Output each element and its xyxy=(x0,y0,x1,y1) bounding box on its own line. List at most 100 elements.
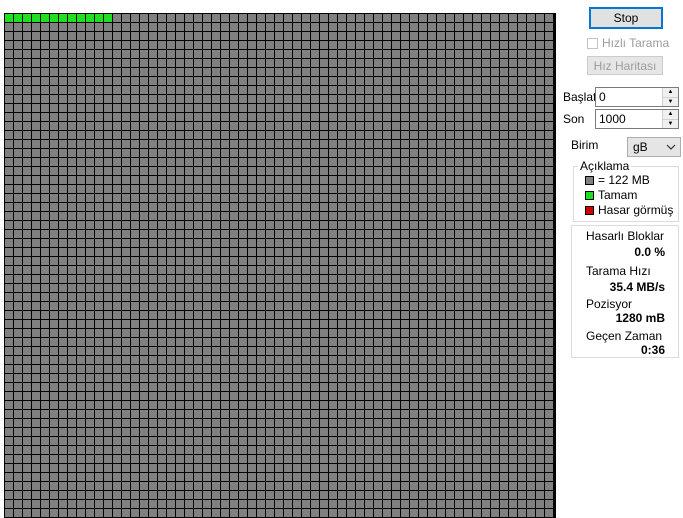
block-cell xyxy=(284,392,292,400)
block-cell xyxy=(122,275,130,283)
block-cell xyxy=(374,203,382,211)
block-cell xyxy=(158,311,166,319)
block-cell xyxy=(68,437,76,445)
block-cell xyxy=(131,419,139,427)
block-cell xyxy=(293,500,301,508)
unit-select[interactable]: gB xyxy=(627,137,681,157)
block-cell xyxy=(509,410,517,418)
block-cell xyxy=(185,212,193,220)
block-cell xyxy=(401,401,409,409)
block-cell xyxy=(455,482,463,490)
block-cell xyxy=(374,248,382,256)
block-cell xyxy=(500,257,508,265)
block-cell xyxy=(329,356,337,364)
block-cell xyxy=(329,293,337,301)
block-cell xyxy=(113,149,121,157)
block-cell xyxy=(77,50,85,58)
block-cell xyxy=(95,464,103,472)
block-cell xyxy=(23,14,31,22)
block-cell xyxy=(482,464,490,472)
block-cell xyxy=(122,32,130,40)
end-stepper[interactable]: ▲ ▼ xyxy=(595,109,679,129)
end-input[interactable] xyxy=(596,110,662,128)
block-cell xyxy=(140,14,148,22)
block-cell xyxy=(437,383,445,391)
start-stepper[interactable]: ▲ ▼ xyxy=(595,87,679,107)
block-cell xyxy=(437,473,445,481)
block-cell xyxy=(329,86,337,94)
end-increment-icon[interactable]: ▲ xyxy=(663,110,678,119)
block-cell xyxy=(149,446,157,454)
block-cell xyxy=(140,509,148,517)
block-cell xyxy=(401,68,409,76)
block-cell xyxy=(194,311,202,319)
block-cell xyxy=(356,23,364,31)
block-cell xyxy=(248,59,256,67)
block-cell xyxy=(401,500,409,508)
block-cell xyxy=(68,500,76,508)
block-cell xyxy=(320,275,328,283)
block-cell xyxy=(185,185,193,193)
block-cell xyxy=(5,347,13,355)
block-cell xyxy=(32,86,40,94)
block-cell xyxy=(392,302,400,310)
block-cell xyxy=(284,356,292,364)
block-cell xyxy=(491,176,499,184)
block-cell xyxy=(275,320,283,328)
block-cell xyxy=(374,455,382,463)
block-cell xyxy=(167,41,175,49)
block-cell xyxy=(266,338,274,346)
block-cell xyxy=(212,131,220,139)
block-cell xyxy=(383,86,391,94)
block-cell xyxy=(491,446,499,454)
quick-scan-option[interactable]: Hızlı Tarama xyxy=(587,36,669,50)
block-cell xyxy=(176,383,184,391)
block-cell xyxy=(374,410,382,418)
block-cell xyxy=(356,167,364,175)
block-cell xyxy=(527,347,535,355)
block-cell xyxy=(41,464,49,472)
end-decrement-icon[interactable]: ▼ xyxy=(663,118,678,128)
block-cell xyxy=(455,86,463,94)
start-increment-icon[interactable]: ▲ xyxy=(663,88,678,97)
block-cell xyxy=(491,59,499,67)
block-cell xyxy=(293,347,301,355)
block-cell xyxy=(176,158,184,166)
block-cell xyxy=(131,32,139,40)
block-cell xyxy=(176,446,184,454)
block-cell xyxy=(194,293,202,301)
block-cell xyxy=(230,41,238,49)
block-cell xyxy=(464,437,472,445)
stop-button[interactable]: Stop xyxy=(589,7,663,29)
block-cell xyxy=(122,113,130,121)
block-cell xyxy=(311,401,319,409)
block-cell xyxy=(140,77,148,85)
block-cell xyxy=(446,365,454,373)
block-cell xyxy=(203,113,211,121)
speed-map-button[interactable]: Hız Haritası xyxy=(587,56,663,75)
block-cell xyxy=(437,113,445,121)
block-cell xyxy=(518,149,526,157)
block-cell xyxy=(464,230,472,238)
start-input[interactable] xyxy=(596,88,662,106)
block-cell xyxy=(14,410,22,418)
block-cell xyxy=(500,437,508,445)
start-decrement-icon[interactable]: ▼ xyxy=(663,96,678,106)
block-cell xyxy=(329,302,337,310)
block-cell xyxy=(347,203,355,211)
block-cell xyxy=(473,338,481,346)
block-cell xyxy=(131,95,139,103)
block-cell xyxy=(104,437,112,445)
quick-scan-checkbox[interactable] xyxy=(587,37,598,49)
block-cell xyxy=(536,293,544,301)
block-cell xyxy=(383,50,391,58)
block-cell xyxy=(491,338,499,346)
block-cell xyxy=(122,86,130,94)
block-cell xyxy=(167,374,175,382)
block-cell xyxy=(194,509,202,517)
block-cell xyxy=(266,122,274,130)
block-cell xyxy=(500,410,508,418)
block-cell xyxy=(14,257,22,265)
block-cell xyxy=(257,311,265,319)
block-cell xyxy=(401,50,409,58)
